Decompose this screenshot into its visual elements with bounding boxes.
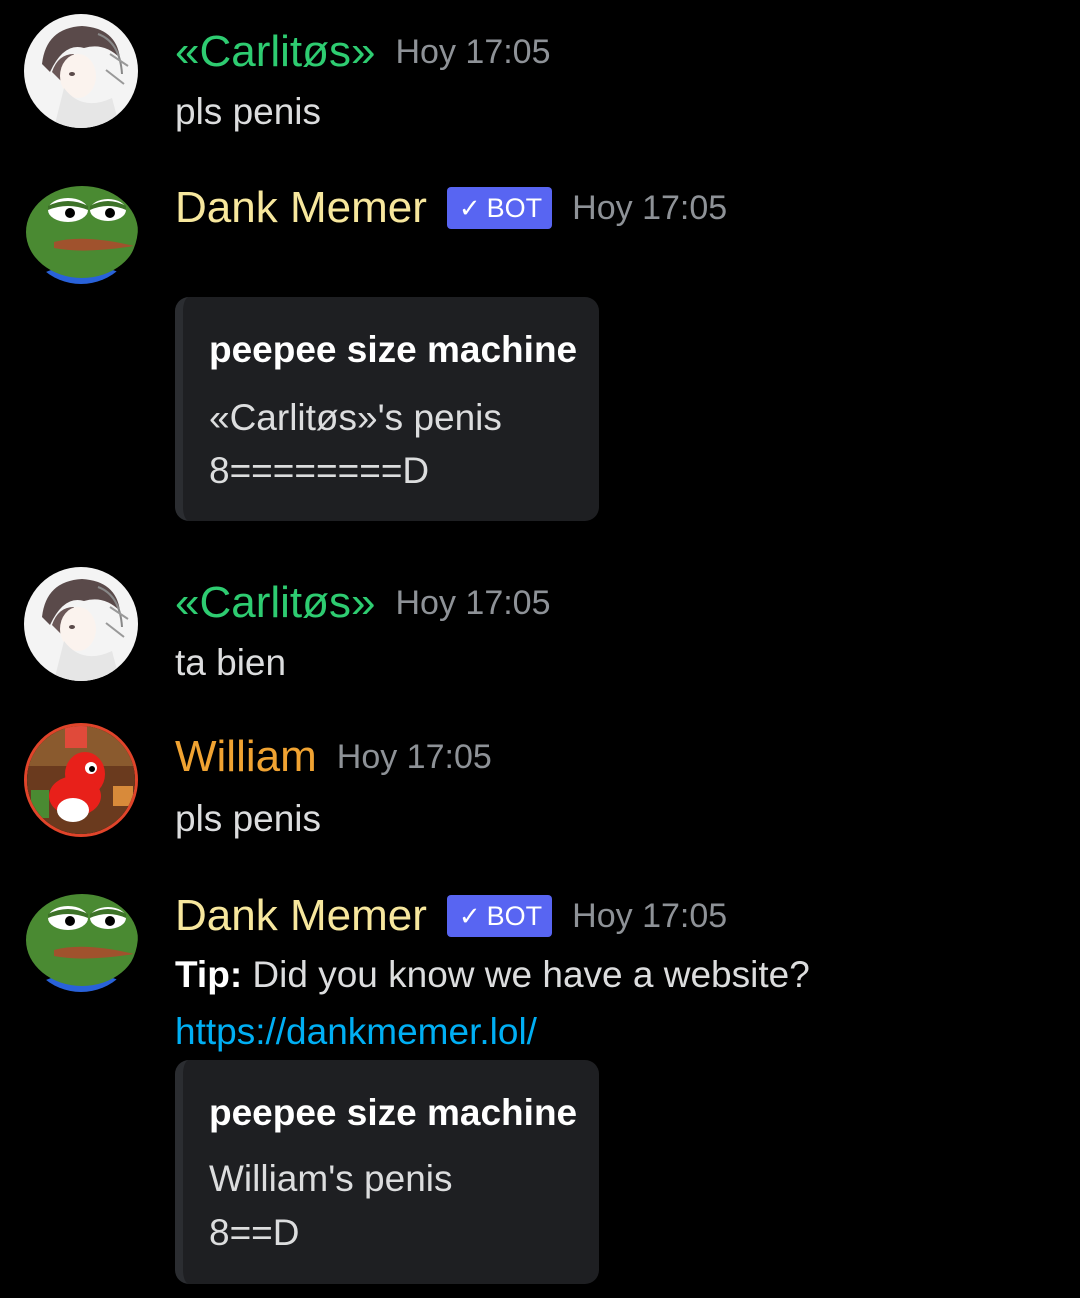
- checkmark-icon: ✓: [458, 192, 481, 223]
- anime-avatar-icon[interactable]: [24, 14, 138, 128]
- username-dank-memer[interactable]: Dank Memer: [175, 183, 427, 233]
- pepe-frog-avatar-icon[interactable]: [24, 878, 138, 992]
- message-text: ta bien: [175, 642, 287, 683]
- username-carlitos[interactable]: «Carlitøs»: [175, 578, 376, 628]
- tip-message: Did you know we have a website?: [252, 954, 810, 995]
- timestamp: Hoy 17:05: [395, 32, 551, 71]
- embed-title: peepee size machine: [209, 1092, 578, 1133]
- embed-title: peepee size machine: [209, 329, 578, 370]
- bot-badge: ✓ BOT: [446, 187, 553, 229]
- pepe-frog-avatar-icon[interactable]: [24, 170, 138, 284]
- embed-card: peepee size machine «Carlitøs»'s penis 8…: [175, 297, 599, 521]
- embed-description: «Carlitøs»'s penis: [209, 397, 502, 438]
- tip-label: Tip:: [175, 954, 243, 995]
- anime-avatar-icon[interactable]: [24, 567, 138, 681]
- embed-description: 8==D: [209, 1212, 300, 1253]
- username-dank-memer[interactable]: Dank Memer: [175, 891, 427, 941]
- website-link[interactable]: https://dankmemer.lol/: [175, 1011, 537, 1053]
- bot-label: BOT: [486, 900, 543, 931]
- embed-card: peepee size machine William's penis 8==D: [175, 1060, 599, 1284]
- username-william[interactable]: William: [175, 732, 317, 782]
- tip-text: Tip: Did you know we have a website?: [175, 954, 810, 996]
- checkmark-icon: ✓: [458, 900, 481, 931]
- username-carlitos[interactable]: «Carlitøs»: [175, 27, 376, 77]
- timestamp: Hoy 17:05: [572, 896, 728, 935]
- bot-badge: ✓ BOT: [446, 895, 553, 937]
- timestamp: Hoy 17:05: [395, 583, 551, 622]
- embed-description: 8========D: [209, 450, 430, 491]
- bot-label: BOT: [486, 192, 543, 223]
- embed-description: William's penis: [209, 1158, 453, 1199]
- timestamp: Hoy 17:05: [572, 188, 728, 227]
- message-text: pls penis: [175, 91, 322, 132]
- yoshi-avatar-icon[interactable]: [24, 723, 138, 837]
- message-text: pls penis: [175, 798, 322, 839]
- timestamp: Hoy 17:05: [336, 737, 492, 776]
